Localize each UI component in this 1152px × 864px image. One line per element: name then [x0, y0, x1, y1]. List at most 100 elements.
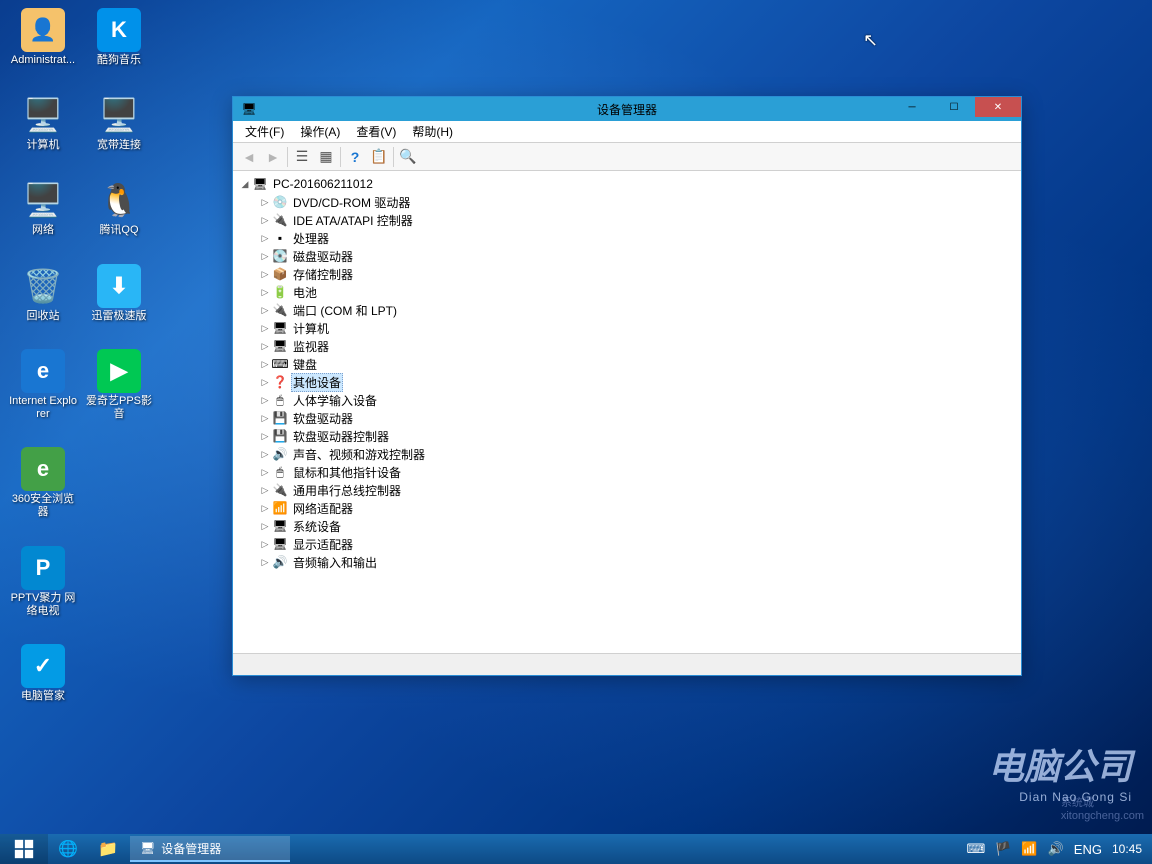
tree-node-13[interactable]: ▷💾软盘驱动器控制器 [253, 427, 1021, 445]
device-category-icon: 💿 [271, 194, 289, 210]
tree-node-7[interactable]: ▷🖥计算机 [253, 319, 1021, 337]
tray-keyboard-icon[interactable]: ⌨ [966, 841, 985, 857]
expand-icon[interactable]: ▷ [259, 467, 271, 478]
desktop-icon-glyph: 🗑️ [21, 264, 65, 308]
tray-volume-icon[interactable]: 🔊 [1048, 841, 1064, 857]
expand-icon[interactable]: ▷ [259, 305, 271, 316]
expand-icon[interactable]: ▷ [259, 197, 271, 208]
expand-icon[interactable]: ▷ [259, 557, 271, 568]
windows-logo-icon [14, 839, 34, 859]
menu-1[interactable]: 操作(A) [292, 121, 348, 142]
expand-icon[interactable]: ▷ [259, 413, 271, 424]
desktop-icon-label: PPTV聚力 网络电视 [9, 592, 77, 618]
desktop-icon-glyph: P [21, 546, 65, 590]
expand-icon[interactable]: ▷ [259, 539, 271, 550]
tree-node-19[interactable]: ▷🖥显示适配器 [253, 535, 1021, 553]
device-category-label: 存储控制器 [291, 266, 355, 283]
menu-2[interactable]: 查看(V) [348, 121, 404, 142]
expand-icon[interactable]: ▷ [259, 377, 271, 388]
expand-icon[interactable]: ▷ [259, 359, 271, 370]
desktop-icon-glyph: ✓ [21, 644, 65, 688]
expand-icon[interactable]: ▷ [259, 251, 271, 262]
desktop-icon-10[interactable]: e360安全浏览器 [8, 447, 78, 519]
task-icon: 🖥 [140, 841, 155, 855]
expand-icon[interactable]: ▷ [259, 503, 271, 514]
expand-icon[interactable]: ▷ [259, 449, 271, 460]
desktop-icon-0[interactable]: 👤Administrat... [8, 8, 78, 67]
collapse-icon[interactable]: ◢ [239, 179, 251, 190]
tree-node-20[interactable]: ▷🔊音频输入和输出 [253, 553, 1021, 571]
desktop-icon-3[interactable]: 🖥️宽带连接 [84, 93, 154, 152]
expand-icon[interactable]: ▷ [259, 215, 271, 226]
tray-flag-icon[interactable]: 🏴 [995, 841, 1011, 857]
expand-icon[interactable]: ▷ [259, 485, 271, 496]
desktop-icon-14[interactable]: ✓电脑管家 [8, 644, 78, 703]
scan-hardware-button[interactable]: 🔍 [396, 145, 420, 169]
tree-node-10[interactable]: ▷❓其他设备 [253, 373, 1021, 391]
back-button[interactable]: ◄ [237, 145, 261, 169]
device-category-label: IDE ATA/ATAPI 控制器 [291, 212, 415, 229]
expand-icon[interactable]: ▷ [259, 431, 271, 442]
tree-node-16[interactable]: ▷🔌通用串行总线控制器 [253, 481, 1021, 499]
device-tree[interactable]: ◢ 🖥 PC-201606211012 ▷💿DVD/CD-ROM 驱动器▷🔌ID… [233, 171, 1021, 653]
show-hidden-button[interactable]: ☰ [290, 145, 314, 169]
maximize-button[interactable]: ☐ [933, 97, 975, 117]
desktop-icon-5[interactable]: 🐧腾讯QQ [84, 178, 154, 237]
ie-pinned[interactable]: 🌐 [48, 834, 88, 864]
tree-node-6[interactable]: ▷🔌端口 (COM 和 LPT) [253, 301, 1021, 319]
tree-node-4[interactable]: ▷📦存储控制器 [253, 265, 1021, 283]
tree-node-5[interactable]: ▷🔋电池 [253, 283, 1021, 301]
action-button[interactable]: 📋 [367, 145, 391, 169]
tree-node-0[interactable]: ▷💿DVD/CD-ROM 驱动器 [253, 193, 1021, 211]
device-category-icon: 🖱 [271, 392, 289, 408]
tree-root[interactable]: ◢ 🖥 PC-201606211012 [233, 175, 1021, 193]
desktop-icon-4[interactable]: 🖥️网络 [8, 178, 78, 237]
tree-node-1[interactable]: ▷🔌IDE ATA/ATAPI 控制器 [253, 211, 1021, 229]
explorer-pinned[interactable]: 📁 [88, 834, 128, 864]
forward-button[interactable]: ► [261, 145, 285, 169]
desktop-icon-8[interactable]: eInternet Explorer [8, 349, 78, 421]
tray-clock[interactable]: 10:45 [1112, 842, 1142, 856]
desktop-icon-9[interactable]: ▶爱奇艺PPS影音 [84, 349, 154, 421]
titlebar[interactable]: 🖥 设备管理器 ─ ☐ ✕ [233, 97, 1021, 121]
desktop-icon-6[interactable]: 🗑️回收站 [8, 264, 78, 323]
tree-node-2[interactable]: ▷▪处理器 [253, 229, 1021, 247]
tree-node-8[interactable]: ▷🖥监视器 [253, 337, 1021, 355]
device-category-label: 系统设备 [291, 518, 343, 535]
help-button[interactable]: ? [343, 145, 367, 169]
expand-icon[interactable]: ▷ [259, 521, 271, 532]
tree-node-14[interactable]: ▷🔊声音、视频和游戏控制器 [253, 445, 1021, 463]
minimize-button[interactable]: ─ [891, 97, 933, 117]
device-category-icon: ❓ [271, 374, 289, 390]
tree-node-3[interactable]: ▷💽磁盘驱动器 [253, 247, 1021, 265]
tree-node-9[interactable]: ▷⌨键盘 [253, 355, 1021, 373]
start-button[interactable] [0, 834, 48, 864]
desktop-icon-12[interactable]: PPPTV聚力 网络电视 [8, 546, 78, 618]
desktop-icon-1[interactable]: K酷狗音乐 [84, 8, 154, 67]
expand-icon[interactable]: ▷ [259, 323, 271, 334]
statusbar [233, 653, 1021, 675]
expand-icon[interactable]: ▷ [259, 233, 271, 244]
app-icon: 🖥 [239, 99, 259, 119]
tree-node-11[interactable]: ▷🖱人体学输入设备 [253, 391, 1021, 409]
expand-icon[interactable]: ▷ [259, 269, 271, 280]
close-button[interactable]: ✕ [975, 97, 1021, 117]
tree-node-12[interactable]: ▷💾软盘驱动器 [253, 409, 1021, 427]
properties-button[interactable]: ▦ [314, 145, 338, 169]
tray-ime[interactable]: ENG [1074, 842, 1102, 857]
expand-icon[interactable]: ▷ [259, 395, 271, 406]
tree-node-17[interactable]: ▷📶网络适配器 [253, 499, 1021, 517]
device-category-label: 磁盘驱动器 [291, 248, 355, 265]
menu-3[interactable]: 帮助(H) [404, 121, 461, 142]
taskbar-active-app[interactable]: 🖥 设备管理器 [130, 836, 290, 862]
expand-icon[interactable]: ▷ [259, 341, 271, 352]
desktop-icon-2[interactable]: 🖥️计算机 [8, 93, 78, 152]
desktop-icon-label: 迅雷极速版 [92, 310, 147, 323]
tray-network-icon[interactable]: 📶 [1021, 841, 1037, 857]
expand-icon[interactable]: ▷ [259, 287, 271, 298]
device-category-label: 端口 (COM 和 LPT) [291, 302, 399, 319]
tree-node-15[interactable]: ▷🖱鼠标和其他指针设备 [253, 463, 1021, 481]
menu-0[interactable]: 文件(F) [237, 121, 292, 142]
desktop-icon-7[interactable]: ⬇迅雷极速版 [84, 264, 154, 323]
tree-node-18[interactable]: ▷🖥系统设备 [253, 517, 1021, 535]
